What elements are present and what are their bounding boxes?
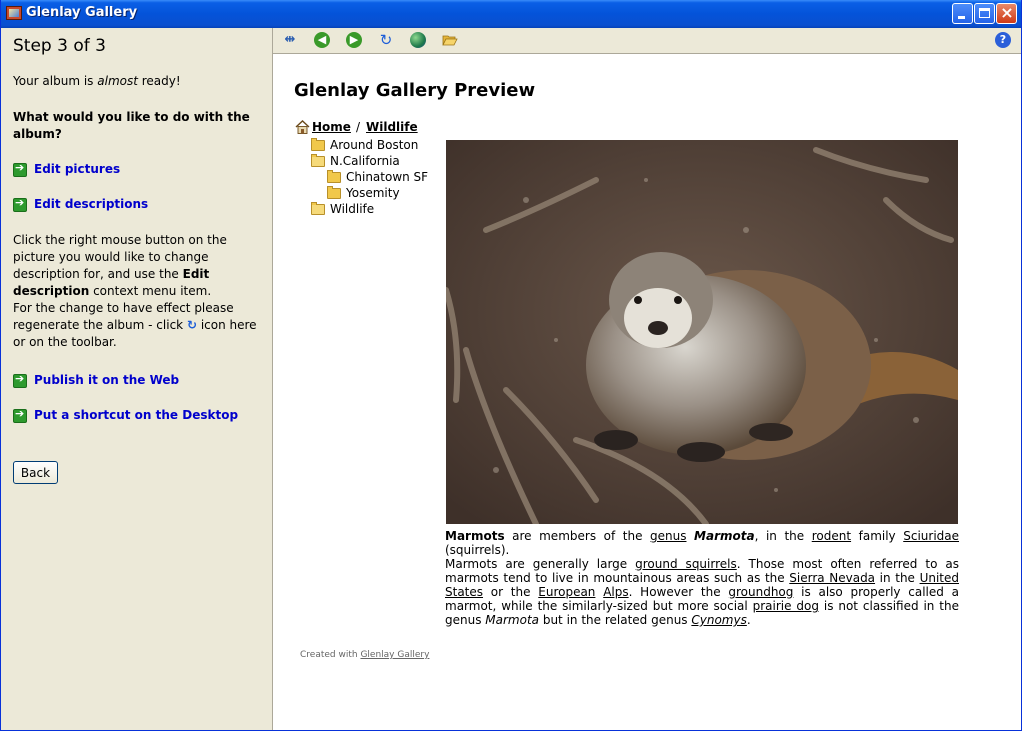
sierra-nevada-link[interactable]: Sierra Nevada [789,571,875,585]
folder-icon [327,186,341,199]
wizard-pane: Step 3 of 3 Your album is almost ready! … [1,28,273,730]
minimize-icon [958,16,965,19]
folder-icon [311,138,325,151]
folder-icon [327,170,341,183]
window-title: Glenlay Gallery [26,5,138,20]
globe-icon[interactable] [410,32,426,48]
home-icon [295,120,310,134]
marmot-illustration [446,140,958,524]
rodent-link[interactable]: rodent [812,529,851,543]
breadcrumb-wildlife-link[interactable]: Wildlife [366,120,418,134]
forward-arrow-icon[interactable]: ▶ [346,32,362,48]
arrow-right-icon [13,372,27,388]
refresh-inline-icon[interactable]: ↻ [187,318,197,332]
publish-link[interactable]: Publish it on the Web [34,373,179,387]
question-text: What would you like to do with the album… [13,110,250,141]
back-button[interactable]: Back [13,461,58,484]
european-link[interactable]: European [538,585,595,599]
close-button[interactable]: × [996,3,1017,24]
open-folder-icon [311,202,325,215]
preview-content: Glenlay Gallery Preview Home / Wildlife … [273,54,1021,730]
arrow-right-icon [13,196,27,212]
preview-pane: ⇹ ◀ ▶ ↻ ? Glenlay Gallery Preview Home /… [273,28,1021,730]
step-title: Step 3 of 3 [13,36,106,56]
close-icon: × [1000,3,1014,22]
open-folder-icon[interactable] [442,32,458,48]
back-arrow-icon[interactable]: ◀ [314,32,330,48]
genus-link[interactable]: genus [650,529,686,543]
split-view-icon[interactable]: ⇹ [282,32,298,48]
app-window: Glenlay Gallery × Step 3 of 3 Your album… [0,0,1022,731]
title-bar[interactable]: Glenlay Gallery × [1,0,1021,28]
toolbar: ⇹ ◀ ▶ ↻ ? [273,28,1021,54]
shortcut-link[interactable]: Put a shortcut on the Desktop [34,408,238,422]
photo-caption: Marmots are members of the genus Marmota… [445,529,960,627]
open-folder-icon [311,154,325,167]
refresh-icon[interactable]: ↻ [378,32,394,48]
help-icon[interactable]: ? [995,32,1011,48]
groundhog-link[interactable]: groundhog [728,585,793,599]
preview-title: Glenlay Gallery Preview [294,80,536,101]
status-text: Your album is almost ready! [13,74,181,88]
marmot-photo[interactable] [446,140,958,524]
alps-link[interactable]: Alps [603,585,628,599]
glenlay-gallery-link[interactable]: Glenlay Gallery [360,650,429,660]
help-text: Click the right mouse button on the pict… [13,233,257,349]
minimize-button[interactable] [952,3,973,24]
gallery-app-icon[interactable] [6,6,22,20]
maximize-button[interactable] [974,3,995,24]
edit-pictures-link[interactable]: Edit pictures [34,162,120,176]
ground-squirrels-link[interactable]: ground squirrels [635,557,737,571]
edit-descriptions-link[interactable]: Edit descriptions [34,197,148,211]
prairie-dog-link[interactable]: prairie dog [753,599,819,613]
created-with-footer: Created with Glenlay Gallery [300,650,430,660]
arrow-right-icon [13,407,27,423]
maximize-icon [979,8,990,18]
sciuridae-link[interactable]: Sciuridae [903,529,959,543]
arrow-right-icon [13,161,27,177]
breadcrumb-home-link[interactable]: Home [312,120,351,134]
breadcrumb-separator: / [356,120,361,134]
cynomys-link[interactable]: Cynomys [691,613,746,627]
